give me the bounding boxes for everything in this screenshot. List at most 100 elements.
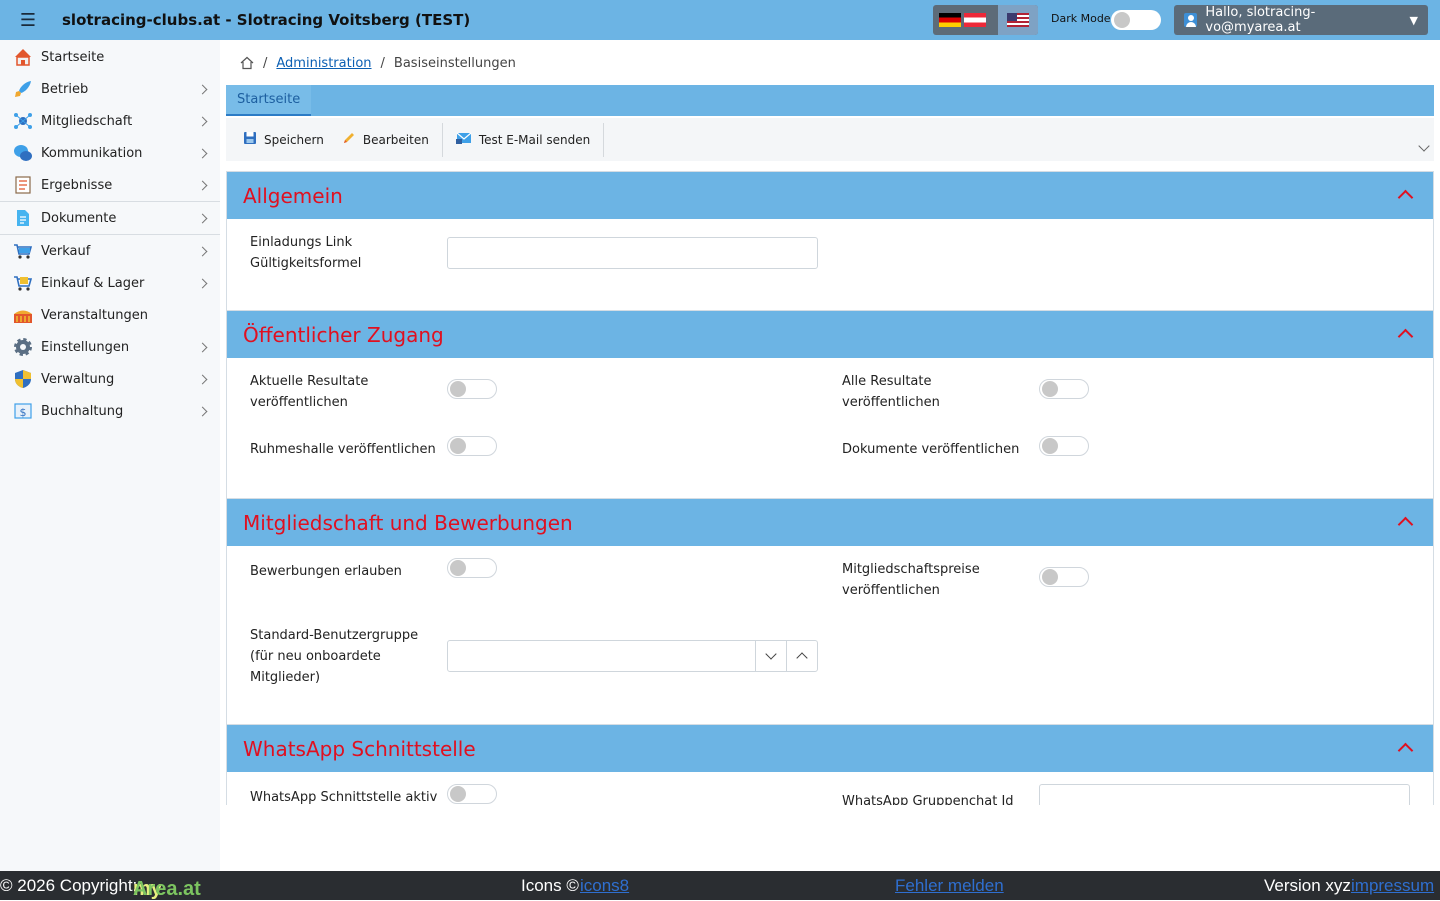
allow-applications-toggle[interactable] <box>447 558 497 578</box>
chevron-right-icon <box>197 406 208 416</box>
invite-link-label: Einladungs Link Gültigkeitsformel <box>250 232 361 274</box>
chevron-up-icon <box>796 652 808 664</box>
language-english-button[interactable] <box>998 5 1038 35</box>
breadcrumb-separator: / <box>380 55 385 71</box>
invite-link-formula-input[interactable] <box>447 237 818 269</box>
shield-icon <box>13 369 33 389</box>
austrian-flag-icon <box>964 13 986 27</box>
event-icon <box>13 305 33 325</box>
chevron-right-icon <box>197 213 208 223</box>
all-results-toggle[interactable] <box>1039 379 1089 399</box>
label-line: Einladungs Link <box>250 235 353 250</box>
breadcrumb-separator: / <box>263 55 268 71</box>
gear-icon <box>13 337 33 357</box>
home-icon[interactable] <box>240 56 254 70</box>
chevron-down-icon[interactable] <box>1418 140 1430 152</box>
section-title: Mitgliedschaft und Bewerbungen <box>243 510 573 535</box>
sidebar: Startseite Betrieb Mitgliedschaft Kommun… <box>0 40 220 871</box>
section-title: Öffentlicher Zugang <box>243 322 444 347</box>
toolbar-separator <box>441 122 443 157</box>
sidebar-item-betrieb[interactable]: Betrieb <box>0 73 220 105</box>
edit-label: Bearbeiten <box>362 132 429 147</box>
results-icon <box>13 175 33 195</box>
language-german-button[interactable] <box>933 5 992 35</box>
chevron-right-icon <box>197 84 208 94</box>
whatsapp-active-toggle[interactable] <box>447 784 497 804</box>
membership-prices-label: Mitgliedschaftspreise veröffentlichen <box>842 559 980 601</box>
toolbar: Speichern Bearbeiten Test E-Mail senden <box>226 118 1434 161</box>
sidebar-item-label: Ergebnisse <box>41 177 113 193</box>
chevron-up-icon[interactable] <box>1397 328 1414 345</box>
sidebar-item-verwaltung[interactable]: Verwaltung <box>0 363 220 395</box>
sidebar-item-label: Kommunikation <box>41 145 143 161</box>
email-icon <box>455 131 472 148</box>
current-results-toggle[interactable] <box>447 379 497 399</box>
copyright-text: © 2026 Copyright: <box>0 876 138 895</box>
sidebar-item-einkauf-lager[interactable]: Einkauf & Lager <box>0 267 220 299</box>
chevron-up-icon[interactable] <box>1397 742 1414 759</box>
user-greeting: Hallo, slotracing-vo@myarea.at <box>1205 5 1316 35</box>
report-bug-link[interactable]: Fehler melden <box>895 876 1004 896</box>
section-header[interactable]: WhatsApp Schnittstelle <box>227 725 1433 772</box>
icons-credit-text: Icons © <box>521 876 579 895</box>
sidebar-item-buchhaltung[interactable]: $ Buchhaltung <box>0 395 220 427</box>
sidebar-item-einstellungen[interactable]: Einstellungen <box>0 331 220 363</box>
version-text: Version xyz <box>1264 876 1351 895</box>
section-body: Bewerbungen erlauben Mitgliedschaftsprei… <box>227 546 1433 724</box>
icons8-link[interactable]: icons8 <box>580 876 629 896</box>
dark-mode-label: Dark Mode <box>1051 12 1111 25</box>
chat-icon <box>13 143 33 163</box>
sidebar-item-mitgliedschaft[interactable]: Mitgliedschaft <box>0 105 220 137</box>
hall-of-fame-toggle[interactable] <box>447 436 497 456</box>
svg-text:$: $ <box>20 406 27 419</box>
tab-startseite[interactable]: Startseite <box>226 85 312 116</box>
documents-toggle[interactable] <box>1039 436 1089 456</box>
chevron-up-icon[interactable] <box>1397 189 1414 206</box>
chevron-right-icon <box>197 374 208 384</box>
default-user-group-select[interactable] <box>447 640 818 672</box>
hamburger-menu-icon[interactable]: ☰ <box>0 0 56 40</box>
warehouse-cart-icon <box>13 273 33 293</box>
section-header[interactable]: Öffentlicher Zugang <box>227 311 1433 358</box>
user-menu-button[interactable]: Hallo, slotracing-vo@myarea.at ▼ <box>1174 5 1428 35</box>
imprint-link[interactable]: impressum <box>1351 876 1434 896</box>
membership-prices-toggle[interactable] <box>1039 567 1089 587</box>
test-email-label: Test E-Mail senden <box>478 132 591 147</box>
label-line: veröffentlichen <box>250 395 348 410</box>
chevron-right-icon <box>197 148 208 158</box>
label-line: veröffentlichen <box>842 395 940 410</box>
user-icon <box>1184 13 1198 27</box>
sidebar-item-dokumente[interactable]: Dokumente <box>0 202 220 234</box>
sidebar-item-kommunikation[interactable]: Kommunikation <box>0 137 220 169</box>
dark-mode-toggle[interactable] <box>1111 10 1161 30</box>
sidebar-item-label: Verkauf <box>41 243 91 259</box>
rocket-icon <box>13 79 33 99</box>
settings-form: Allgemein Einladungs Link Gültigkeitsfor… <box>226 171 1434 805</box>
all-results-label: Alle Resultate veröffentlichen <box>842 371 940 413</box>
sidebar-item-verkauf[interactable]: Verkauf <box>0 235 220 267</box>
sidebar-item-startseite[interactable]: Startseite <box>0 41 220 73</box>
chevron-up-icon[interactable] <box>1397 516 1414 533</box>
select-down-button[interactable] <box>755 641 786 671</box>
section-title: Allgemein <box>243 183 343 208</box>
section-header[interactable]: Mitgliedschaft und Bewerbungen <box>227 499 1433 546</box>
select-up-button[interactable] <box>786 641 817 671</box>
label-line: Mitgliedschaftspreise <box>842 562 980 577</box>
whatsapp-group-chat-input[interactable] <box>1039 784 1410 805</box>
sidebar-item-veranstaltungen[interactable]: Veranstaltungen <box>0 299 220 331</box>
section-header[interactable]: Allgemein <box>227 172 1433 219</box>
tab-bar: Startseite <box>226 85 1434 116</box>
edit-button[interactable]: Bearbeiten <box>333 125 438 155</box>
sidebar-item-ergebnisse[interactable]: Ergebnisse <box>0 169 220 201</box>
section-body: Aktuelle Resultate veröffentlichen Alle … <box>227 358 1433 498</box>
chevron-down-icon <box>765 648 777 660</box>
current-results-label: Aktuelle Resultate veröffentlichen <box>250 371 368 413</box>
sidebar-item-label: Betrieb <box>41 81 89 97</box>
breadcrumb-link-administration[interactable]: Administration <box>276 56 371 71</box>
accounting-icon: $ <box>13 401 33 421</box>
chevron-right-icon <box>197 246 208 256</box>
chevron-right-icon <box>197 180 208 190</box>
save-button[interactable]: Speichern <box>234 125 333 155</box>
section-body: Einladungs Link Gültigkeitsformel <box>227 219 1433 310</box>
test-email-button[interactable]: Test E-Mail senden <box>447 125 599 155</box>
